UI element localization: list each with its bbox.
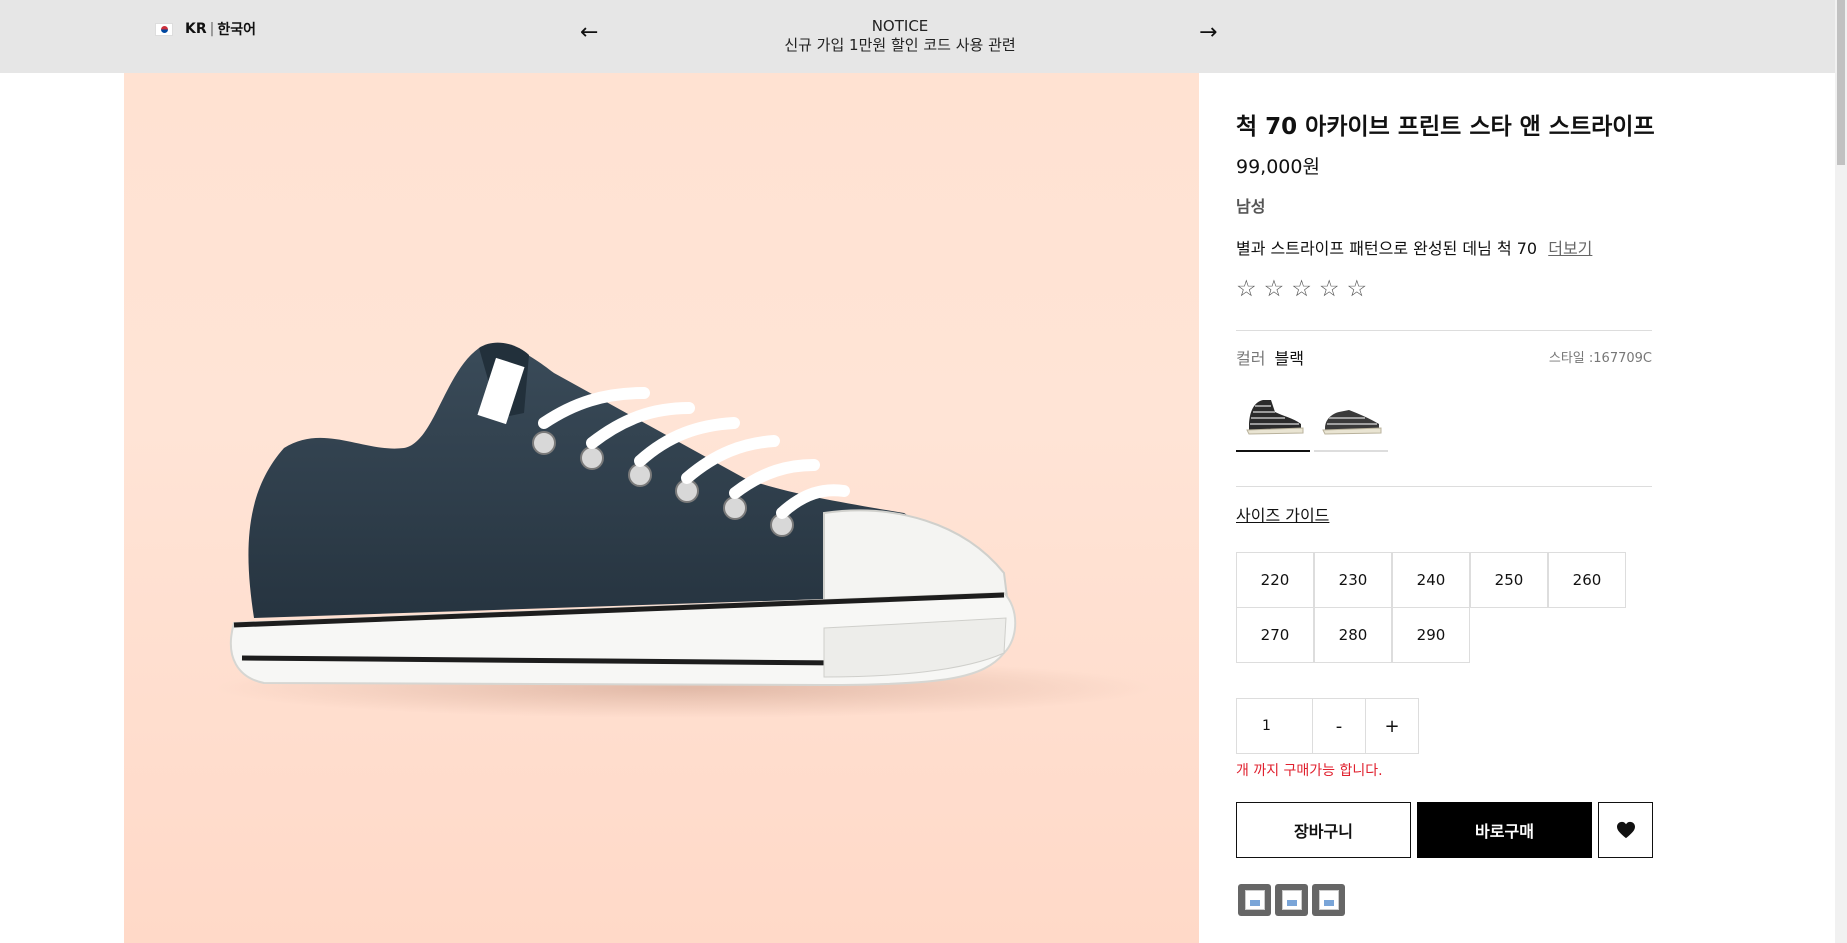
color-swatches: [1236, 382, 1392, 452]
divider: [1236, 330, 1652, 331]
share-broken-image-icon[interactable]: [1238, 884, 1271, 916]
arrow-left-icon[interactable]: ←: [580, 22, 598, 44]
quantity-input[interactable]: 1: [1236, 698, 1313, 754]
kr-flag-icon: [155, 22, 173, 36]
size-guide-link[interactable]: 사이즈 가이드: [1236, 502, 1329, 526]
size-grid: 220 230 240 250 260 270 280 290: [1236, 552, 1626, 663]
size-option[interactable]: 270: [1236, 607, 1314, 663]
style-code: 스타일 :167709C: [1548, 351, 1652, 366]
star-outline-icon: ☆: [1263, 276, 1285, 302]
size-option[interactable]: 230: [1314, 552, 1392, 608]
heart-icon: [1616, 821, 1635, 839]
notice-message: 신규 가입 1만원 할인 코드 사용 관련: [784, 36, 1016, 54]
size-option[interactable]: 220: [1236, 552, 1314, 608]
quantity-minus-button[interactable]: -: [1312, 698, 1366, 754]
swatch-low-top-image: [1322, 410, 1382, 435]
color-value: 블랙: [1274, 349, 1304, 368]
color-label: 컬러: [1236, 349, 1266, 368]
size-option[interactable]: 290: [1392, 607, 1470, 663]
more-link[interactable]: 더보기: [1548, 239, 1592, 258]
notice-bar: KR | 한국어 ← NOTICE 신규 가입 1만원 할인 코드 사용 관련 …: [0, 0, 1835, 73]
star-outline-icon: ☆: [1346, 276, 1368, 302]
page-scrollbar[interactable]: [1835, 0, 1847, 943]
notice-text-block[interactable]: NOTICE 신규 가입 1만원 할인 코드 사용 관련: [700, 17, 1100, 55]
locale-code: KR: [185, 21, 207, 37]
size-option[interactable]: 260: [1548, 552, 1626, 608]
size-option[interactable]: 240: [1392, 552, 1470, 608]
share-broken-image-icon[interactable]: [1275, 884, 1308, 916]
product-description: 별과 스트라이프 패턴으로 완성된 데님 척 70 더보기: [1236, 235, 1592, 259]
product-title: 척 70 아카이브 프린트 스타 앤 스트라이프: [1236, 114, 1655, 140]
locale-selector[interactable]: KR | 한국어: [155, 19, 256, 39]
star-outline-icon: ☆: [1318, 276, 1340, 302]
buy-now-button[interactable]: 바로구매: [1417, 802, 1592, 858]
color-row: 컬러 블랙 스타일 :167709C: [1236, 345, 1652, 369]
star-outline-icon: ☆: [1291, 276, 1312, 302]
locale-language: 한국어: [217, 22, 256, 38]
star-outline-icon: ☆: [1236, 276, 1257, 302]
purchase-actions: 장바구니 바로구매: [1236, 802, 1653, 858]
swatch-black-high[interactable]: [1236, 382, 1310, 452]
quantity-plus-button[interactable]: +: [1365, 698, 1419, 754]
arrow-right-icon[interactable]: →: [1199, 22, 1217, 44]
product-main-image[interactable]: [124, 73, 1199, 943]
description-text: 별과 스트라이프 패턴으로 완성된 데님 척 70: [1236, 239, 1538, 258]
product-gender: 남성: [1236, 197, 1266, 216]
rating-stars: ☆ ☆ ☆ ☆ ☆: [1236, 276, 1374, 302]
size-option[interactable]: 250: [1470, 552, 1548, 608]
product-price: 99,000원: [1236, 156, 1320, 178]
quantity-stepper: 1 - +: [1236, 698, 1419, 754]
locale-separator: |: [209, 21, 215, 37]
swatch-high-top-image: [1246, 400, 1304, 435]
share-icons: [1238, 884, 1349, 916]
add-to-cart-button[interactable]: 장바구니: [1236, 802, 1411, 858]
purchase-limit-message: 개 까지 구매가능 합니다.: [1236, 763, 1383, 779]
size-option[interactable]: 280: [1314, 607, 1392, 663]
swatch-black-low[interactable]: [1314, 382, 1388, 452]
divider: [1236, 486, 1652, 487]
sneaker-illustration: [214, 342, 1154, 718]
notice-title: NOTICE: [871, 17, 929, 35]
share-broken-image-icon[interactable]: [1312, 884, 1345, 916]
scrollbar-thumb[interactable]: [1837, 0, 1845, 165]
wishlist-button[interactable]: [1598, 802, 1653, 858]
